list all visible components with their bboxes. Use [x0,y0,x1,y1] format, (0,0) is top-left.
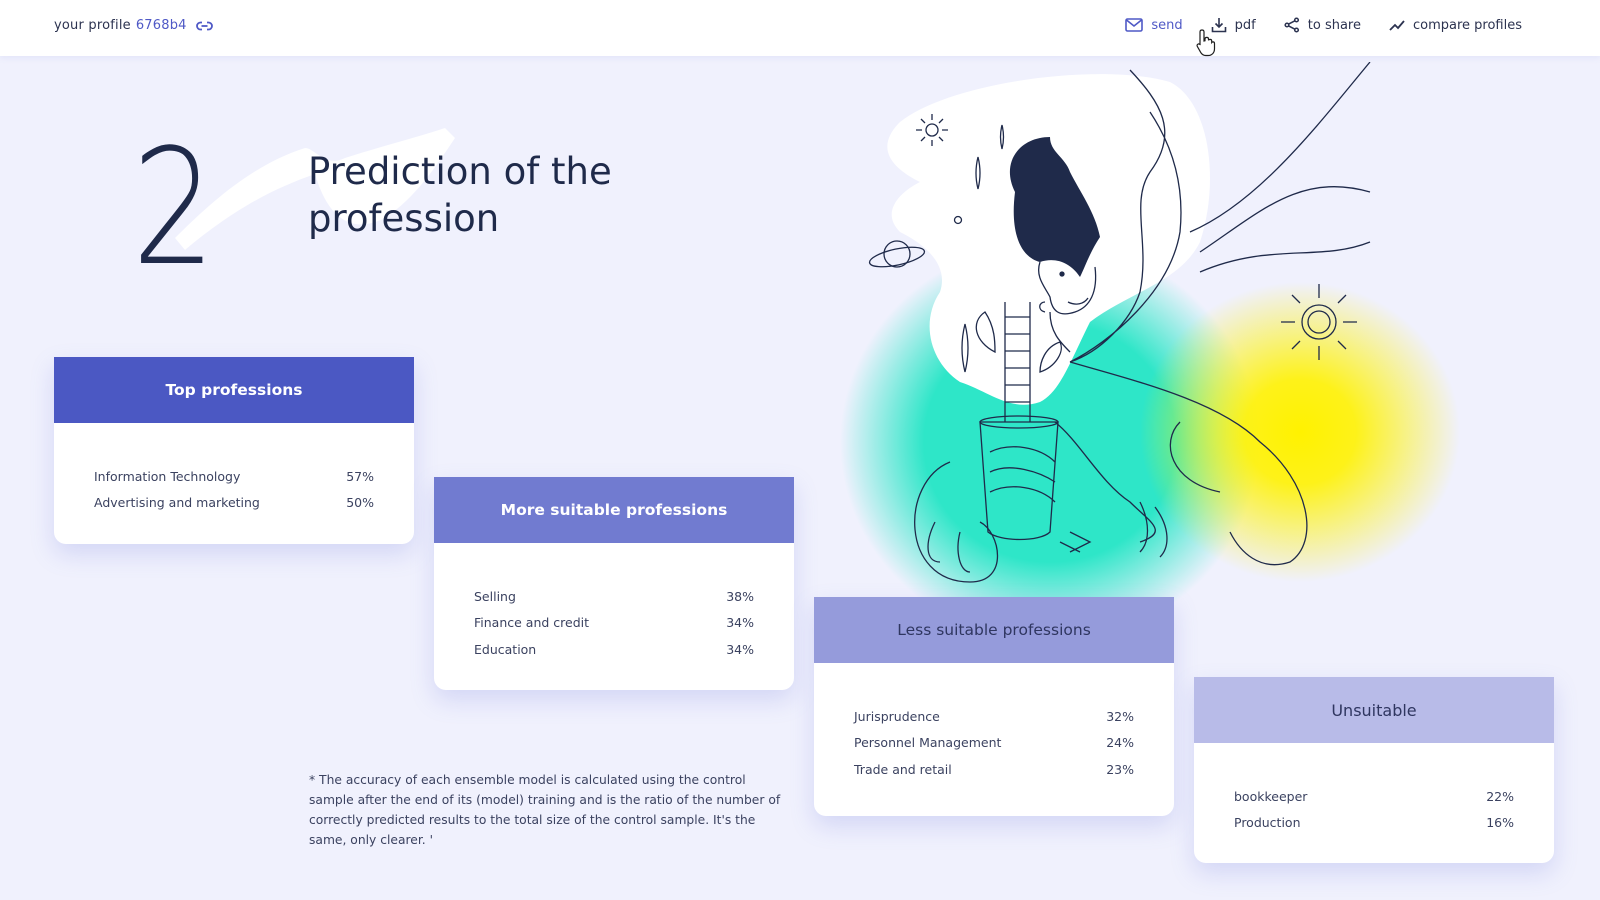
top-bar: your profile 6768b4 send pdf to share co… [0,0,1600,56]
pdf-label: pdf [1234,17,1256,33]
unsuitable-professions-card: Unsuitable bookkeeper 22% Production 16% [1194,677,1554,863]
header-actions: send pdf to share compare profiles [1125,17,1522,33]
share-button[interactable]: to share [1284,17,1361,33]
profession-name: Production [1234,815,1301,831]
compare-profiles-button[interactable]: compare profiles [1389,18,1522,33]
profession-score: 24% [1106,735,1134,751]
share-label: to share [1307,17,1361,33]
profession-score: 23% [1106,761,1134,777]
profession-score: 50% [346,495,374,511]
profession-score: 34% [726,615,754,631]
hand-cursor-icon [1196,29,1216,57]
card-header: More suitable professions [434,477,794,543]
section-number: 2 [132,114,216,301]
profession-score: 16% [1486,815,1514,831]
accuracy-footnote: * The accuracy of each ensemble model is… [309,773,781,847]
less-suitable-professions-card: Less suitable professions Jurisprudence … [814,597,1174,816]
trend-line-icon [1389,20,1405,31]
profession-name: bookkeeper [1234,788,1308,804]
top-professions-card: Top professions Information Technology 5… [54,357,414,544]
profession-name: Information Technology [94,468,241,484]
list-item: Selling 38% [474,583,754,610]
profession-name: Trade and retail [854,761,952,777]
list-item: Education 34% [474,636,754,663]
profession-score: 34% [726,641,754,657]
profile-label: your profile [54,18,131,33]
profession-name: Finance and credit [474,615,590,631]
profession-score: 22% [1486,788,1514,804]
profile-id: 6768b4 [135,18,187,33]
list-item: Personnel Management 24% [854,730,1134,757]
profession-name: Personnel Management [854,735,1002,751]
profession-name: Advertising and marketing [94,495,260,511]
profession-score: 32% [1106,708,1134,724]
profession-score: 57% [346,468,374,484]
share-icon [1284,17,1299,33]
profession-name: Jurisprudence [854,708,940,724]
page-title: Prediction of the profession [308,150,612,240]
compare-profiles-label: compare profiles [1412,17,1522,33]
link-icon[interactable] [195,21,213,31]
list-item: Jurisprudence 32% [854,703,1134,730]
profile-info: your profile 6768b4 [54,18,213,33]
profession-name: Selling [474,588,516,604]
mail-icon [1125,18,1144,32]
send-button[interactable]: send [1125,17,1183,33]
list-item: bookkeeper 22% [1234,783,1514,810]
card-header: Less suitable professions [814,597,1174,663]
yellow-glow [1140,282,1460,582]
send-label: send [1151,17,1183,33]
list-item: Advertising and marketing 50% [94,490,374,517]
profession-score: 38% [726,588,754,604]
card-header: Unsuitable [1194,677,1554,743]
person-with-ladder-illustration [840,62,1460,622]
list-item: Finance and credit 34% [474,610,754,637]
list-item: Production 16% [1234,810,1514,837]
more-suitable-professions-card: More suitable professions Selling 38% Fi… [434,477,794,690]
pdf-button[interactable]: pdf [1211,17,1256,33]
wind-lines [1189,62,1371,273]
card-header: Top professions [54,357,414,423]
profession-name: Education [474,641,537,657]
list-item: Information Technology 57% [94,463,374,490]
list-item: Trade and retail 23% [854,756,1134,783]
